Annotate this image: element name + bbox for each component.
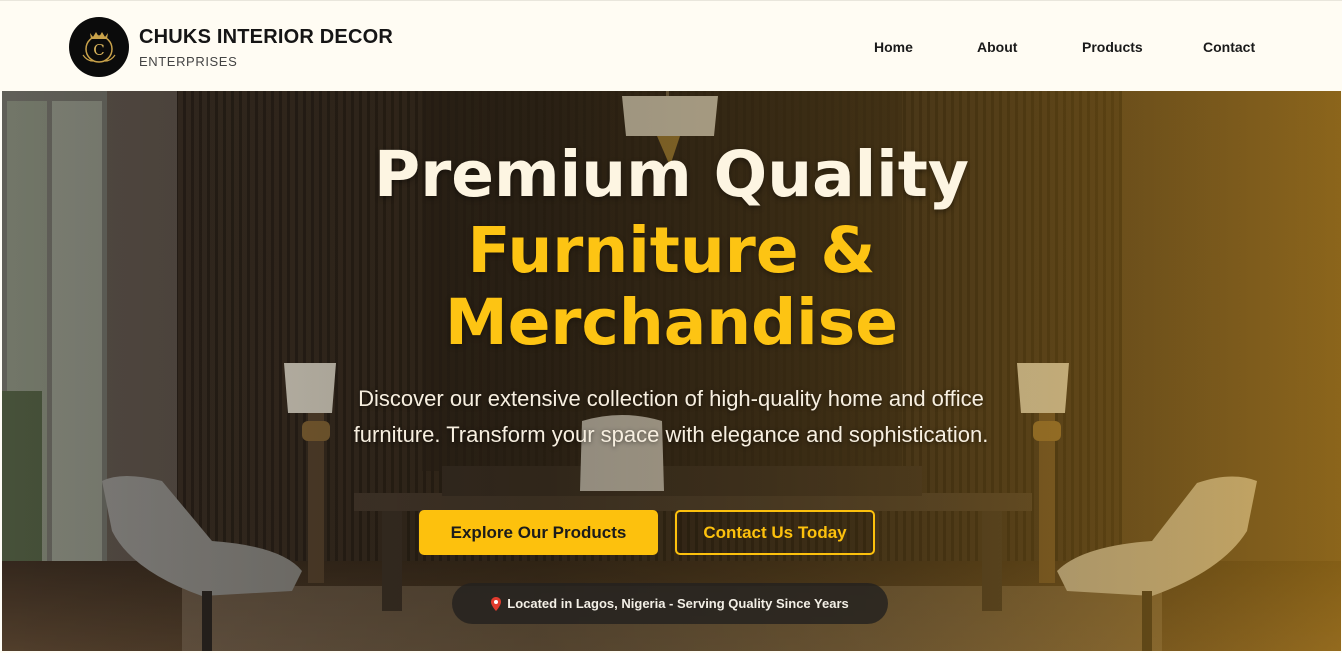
location-badge: Located in Lagos, Nigeria - Serving Qual… (452, 583, 888, 624)
site-header: C CHUKS INTERIOR DECOR ENTERPRISES Home … (0, 0, 1342, 91)
hero-headline-line2: Furniture & (467, 214, 876, 287)
hero-headline-line3: Merchandise (445, 286, 898, 359)
contact-us-button[interactable]: Contact Us Today (675, 510, 875, 555)
crown-c-monogram-icon: C (82, 32, 116, 63)
location-text: Located in Lagos, Nigeria - Serving Qual… (507, 596, 849, 611)
hero-section: Premium Quality Furniture & Merchandise … (2, 91, 1341, 651)
explore-products-button[interactable]: Explore Our Products (419, 510, 658, 555)
brand-subtitle: ENTERPRISES (139, 54, 238, 69)
svg-text:C: C (93, 41, 104, 59)
nav-contact[interactable]: Contact (1203, 39, 1255, 55)
nav-products[interactable]: Products (1082, 39, 1143, 55)
logo[interactable]: C (69, 17, 129, 77)
nav-home[interactable]: Home (874, 39, 913, 55)
brand-title: CHUKS INTERIOR DECOR (139, 26, 394, 48)
hero-description: Discover our extensive collection of hig… (353, 386, 989, 447)
nav-about[interactable]: About (977, 39, 1017, 55)
map-pin-icon (491, 596, 502, 611)
hero-headline-line1: Premium Quality (374, 138, 969, 211)
